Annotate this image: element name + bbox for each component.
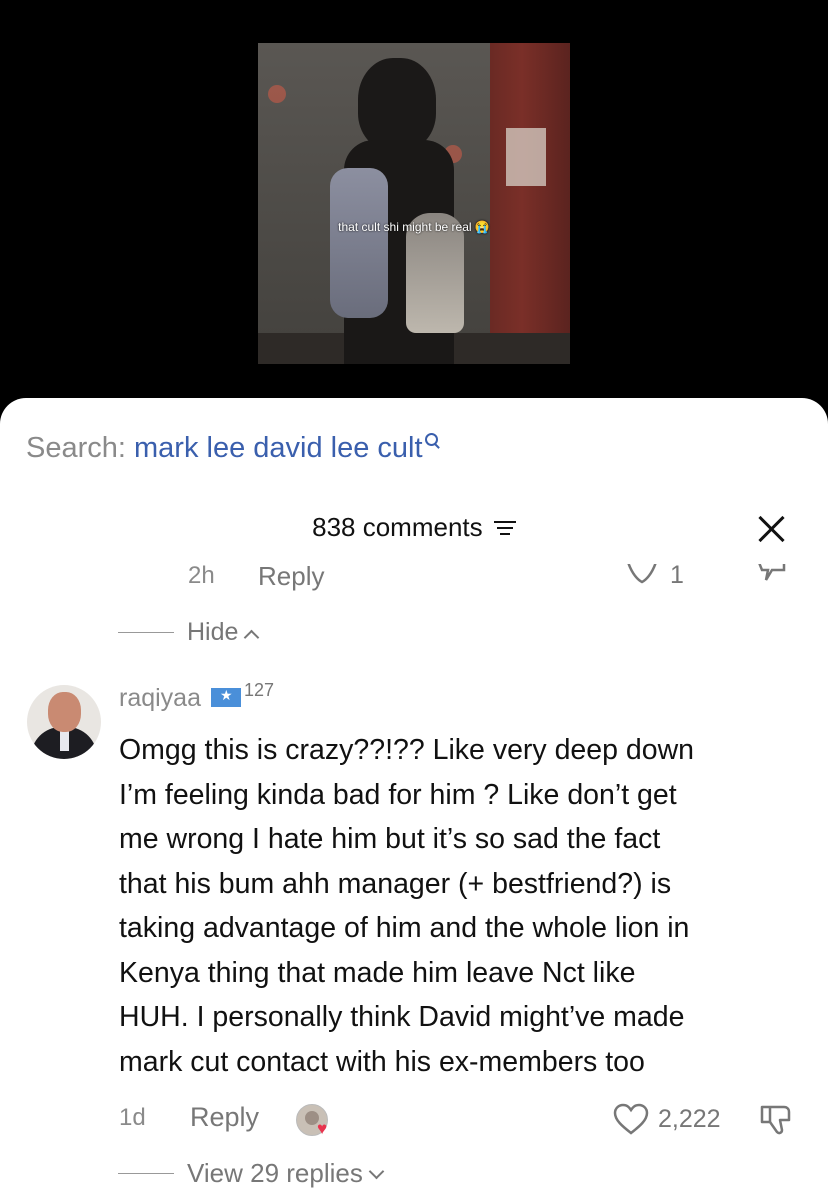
comment-text: Omgg this is crazy??!?? Like very deep d… (119, 734, 695, 1078)
comments-sheet: Search: mark lee david lee cult 838 comm… (0, 398, 828, 1200)
comments-count: 838 comments (312, 512, 483, 542)
comments-header: 838 comments (0, 512, 828, 543)
heart-icon[interactable] (612, 1102, 650, 1136)
flag-icon (211, 687, 241, 707)
previous-like-count: 1 (670, 564, 684, 589)
comment-actions: 1d Reply ♥ 2,222 (0, 1102, 828, 1142)
chevron-down-icon (368, 1163, 385, 1180)
chevron-up-icon (244, 629, 260, 646)
video-thumbnail[interactable]: that cult shi might be real 😭 (258, 43, 570, 364)
video-door (490, 43, 570, 343)
previous-reply-button[interactable]: Reply (258, 564, 324, 592)
creator-liked-heart-icon: ♥ (317, 1119, 328, 1138)
heart-icon[interactable] (622, 564, 662, 586)
dislike-icon[interactable] (758, 1104, 794, 1136)
username[interactable]: raqiyaa (119, 684, 201, 712)
reply-button[interactable]: Reply (190, 1102, 259, 1133)
dislike-icon[interactable] (752, 564, 792, 586)
search-label: Search: (26, 432, 126, 464)
video-caption: that cult shi might be real 😭 (338, 220, 490, 234)
search-icon (424, 433, 441, 449)
wall-decoration (268, 85, 286, 103)
hide-label: Hide (187, 618, 260, 647)
search-query-link[interactable]: mark lee david lee cult (134, 432, 423, 464)
flag-count: 127 (244, 680, 275, 700)
comment-author[interactable]: raqiyaa 127 (119, 680, 274, 713)
divider (118, 1173, 174, 1174)
previous-comment-actions: 2h Reply 1 (0, 564, 828, 594)
comment-time: 1d (119, 1104, 146, 1131)
search-suggestion[interactable]: Search: mark lee david lee cult (26, 432, 441, 465)
video-area[interactable]: that cult shi might be real 😭 (0, 0, 828, 420)
like-count: 2,222 (658, 1105, 721, 1133)
video-door-sign (506, 128, 546, 186)
avatar[interactable] (27, 685, 101, 759)
close-icon[interactable] (756, 514, 786, 544)
previous-comment-time: 2h (188, 564, 215, 589)
sort-icon[interactable] (493, 518, 516, 536)
divider (118, 632, 174, 633)
view-replies-label: View 29 replies (187, 1158, 385, 1189)
